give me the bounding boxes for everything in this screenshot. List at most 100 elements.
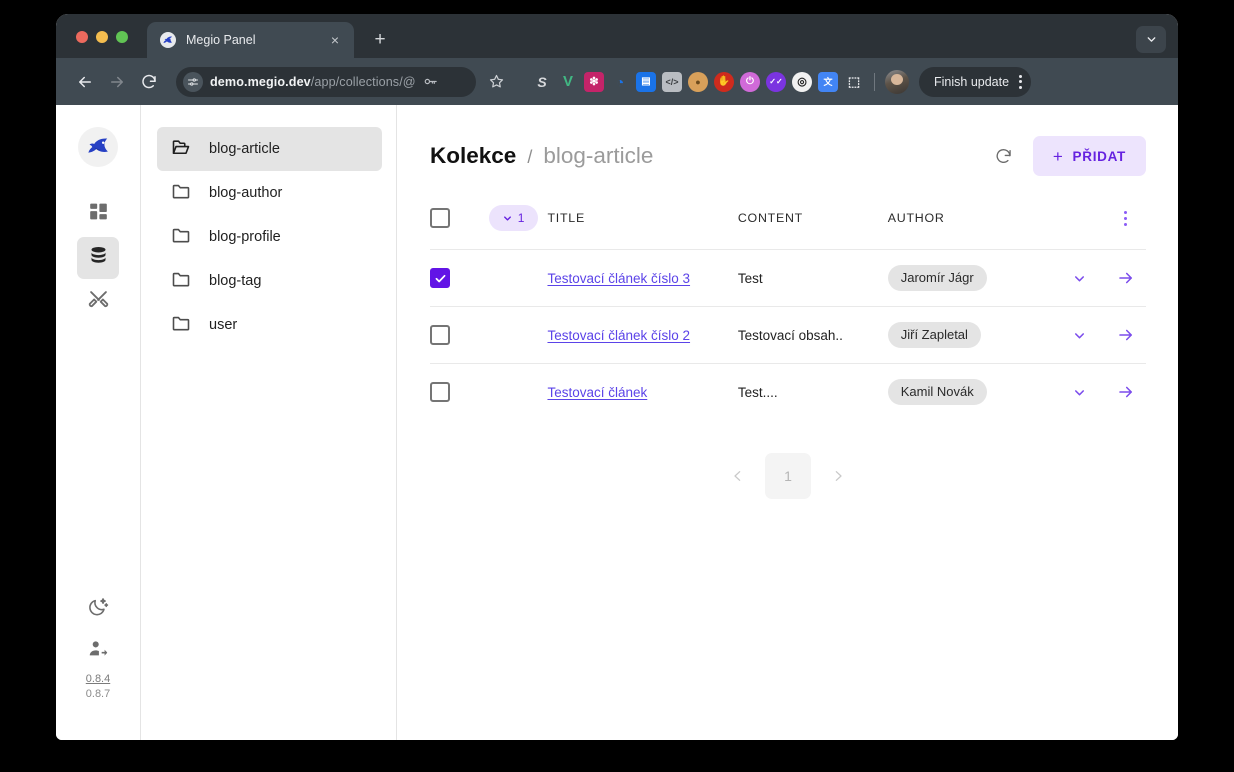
row-checkbox[interactable] — [430, 268, 450, 288]
add-user-button[interactable] — [77, 630, 119, 672]
sidebar-item-dashboard[interactable] — [77, 193, 119, 235]
collection-item-blog-profile[interactable]: blog-profile — [157, 215, 382, 259]
sidebar-item-tools[interactable] — [77, 281, 119, 323]
finish-update-button[interactable]: Finish update — [919, 66, 1032, 97]
forward-icon[interactable] — [102, 67, 132, 97]
select-all-checkbox[interactable] — [430, 208, 450, 228]
url-path: /app/collections/@ — [310, 74, 416, 89]
row-badge-cell — [488, 306, 548, 364]
chevron-down-icon[interactable] — [1136, 26, 1166, 53]
collection-item-blog-author[interactable]: blog-author — [157, 171, 382, 215]
collection-item-blog-tag[interactable]: blog-tag — [157, 259, 382, 303]
finish-update-label: Finish update — [934, 74, 1010, 89]
toolbar-divider — [874, 72, 875, 91]
dark-mode-toggle[interactable] — [77, 588, 119, 630]
minimize-window-button[interactable] — [96, 31, 108, 43]
version-latest: 0.8.7 — [85, 688, 111, 700]
arrow-right-icon[interactable] — [1105, 326, 1146, 344]
chevron-down-icon[interactable] — [1053, 385, 1106, 400]
row-select-cell — [430, 249, 489, 307]
pagination-next-button[interactable] — [823, 461, 853, 491]
table-row[interactable]: Testovací článek číslo 2 Testovací obsah… — [430, 306, 1146, 364]
vue-devtools-extension[interactable]: V — [558, 72, 578, 92]
table-header-row: 1 TITLE CONTENT AUTHOR — [430, 205, 1146, 250]
collection-item-user[interactable]: user — [157, 303, 382, 347]
close-window-button[interactable] — [76, 31, 88, 43]
site-settings-icon[interactable] — [183, 71, 203, 92]
tab-strip: Megio Panel × + — [56, 14, 1178, 58]
author-chip[interactable]: Jiří Zapletal — [887, 322, 981, 348]
pagination-page-1[interactable]: 1 — [765, 452, 811, 499]
selected-count-cell: 1 — [488, 205, 548, 250]
back-icon[interactable] — [70, 67, 100, 97]
main-header: Kolekce / blog-article + PŘIDAT — [430, 135, 1146, 177]
chevron-down-icon[interactable] — [1053, 271, 1106, 286]
row-content-cell: Testovací obsah.. — [737, 306, 888, 364]
kebab-menu-icon[interactable] — [1105, 210, 1146, 226]
table-row[interactable]: Testovací článek Test.... Kamil Novák — [430, 363, 1146, 421]
colorpick-extension[interactable]: ◎ — [792, 71, 812, 92]
row-open-cell — [1105, 363, 1146, 421]
stylus-extension[interactable]: S — [532, 72, 552, 92]
megio-shark-logo[interactable] — [78, 127, 118, 167]
tools-icon — [88, 289, 109, 315]
author-chip[interactable]: Kamil Novák — [887, 379, 987, 406]
browser-window: Megio Panel × + demo.megio.dev/app/colle… — [56, 14, 1178, 740]
column-header-author[interactable]: AUTHOR — [888, 205, 1053, 250]
json-viewer-extension[interactable]: ▤ — [636, 71, 656, 92]
pagination-prev-button[interactable] — [723, 461, 753, 491]
records-table: 1 TITLE CONTENT AUTHOR Testovací článek … — [430, 205, 1146, 421]
breadcrumb-root[interactable]: Kolekce — [430, 143, 516, 169]
version-current[interactable]: 0.8.4 — [86, 672, 110, 687]
tag-assistant-extension[interactable]: ◔ — [610, 72, 630, 92]
cookie-editor-extension[interactable]: ● — [688, 71, 708, 92]
row-expand-cell — [1052, 249, 1106, 307]
column-header-title[interactable]: TITLE — [547, 205, 737, 250]
breadcrumb-separator: / — [527, 147, 533, 167]
power-extension[interactable]: ⏻ — [740, 71, 760, 92]
column-header-content[interactable]: CONTENT — [738, 205, 888, 250]
kebab-menu-icon[interactable] — [1019, 74, 1023, 89]
chevron-down-icon[interactable] — [1053, 328, 1106, 343]
row-checkbox[interactable] — [430, 325, 450, 345]
key-icon[interactable] — [423, 74, 438, 89]
ublock-origin-extension[interactable]: ✋ — [714, 71, 734, 92]
chevron-down-icon — [503, 215, 511, 221]
browser-tab-megio-panel[interactable]: Megio Panel × — [147, 22, 354, 58]
collection-label: user — [209, 317, 238, 333]
close-icon[interactable]: × — [326, 31, 344, 49]
row-title-link[interactable]: Testovací článek číslo 3 — [547, 271, 690, 286]
rail-bottom-group: 0.8.4 0.8.7 — [77, 588, 119, 702]
wappalyzer-extension[interactable]: ❇ — [584, 71, 604, 92]
row-title-link[interactable]: Testovací článek číslo 2 — [547, 328, 690, 343]
selected-count-badge[interactable]: 1 — [488, 205, 539, 231]
collection-label: blog-tag — [209, 273, 262, 289]
checkmarks-extension[interactable]: ✓✓ — [766, 71, 786, 92]
arrow-right-icon[interactable] — [1105, 383, 1146, 401]
collection-item-blog-article[interactable]: blog-article — [157, 127, 382, 171]
maximize-window-button[interactable] — [116, 31, 128, 43]
row-checkbox[interactable] — [430, 382, 450, 403]
avatar[interactable] — [885, 69, 909, 94]
address-bar[interactable]: demo.megio.dev/app/collections/@ — [176, 66, 476, 97]
refresh-icon[interactable] — [989, 141, 1019, 171]
url-text: demo.megio.dev/app/collections/@ — [210, 75, 416, 89]
folder-icon — [171, 269, 191, 293]
add-button[interactable]: + PŘIDAT — [1032, 136, 1146, 176]
row-select-cell — [430, 306, 489, 364]
collection-label: blog-article — [209, 141, 280, 157]
row-title-cell: Testovací článek — [547, 363, 738, 421]
arrow-right-icon[interactable] — [1105, 269, 1146, 287]
bookmark-star-icon[interactable] — [482, 68, 510, 96]
extensions-puzzle-icon[interactable]: ⬚ — [844, 72, 864, 92]
sidebar-item-collections[interactable] — [77, 237, 119, 279]
row-title-link[interactable]: Testovací článek — [547, 385, 647, 400]
new-tab-button[interactable]: + — [366, 26, 394, 54]
reload-icon[interactable] — [134, 67, 164, 97]
table-row[interactable]: Testovací článek číslo 3 Test Jaromír Já… — [430, 249, 1146, 307]
code-extension[interactable]: </> — [662, 71, 682, 92]
main-content: Kolekce / blog-article + PŘIDAT 1 TITLE … — [397, 105, 1178, 740]
author-chip[interactable]: Jaromír Jágr — [887, 265, 987, 291]
google-translate-extension[interactable]: 文 — [818, 71, 838, 92]
row-content-cell: Test — [737, 249, 888, 307]
